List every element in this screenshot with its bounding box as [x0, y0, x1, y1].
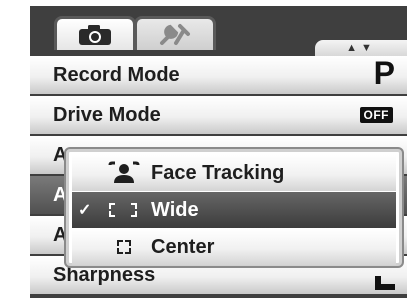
menu-item-label: Drive Mode [53, 103, 161, 126]
option-label: Center [151, 235, 215, 258]
option-label: Wide [151, 198, 199, 221]
scroll-down-icon: ▼ [361, 42, 376, 54]
menu-item-label: Record Mode [53, 63, 180, 86]
camera-icon [79, 24, 111, 45]
menu-item-record-mode[interactable]: Record Mode P [30, 56, 407, 94]
scroll-up-icon: ▲ [346, 42, 361, 54]
record-mode-value: P [373, 55, 395, 91]
drive-mode-value: OFF [359, 107, 393, 123]
wide-af-icon [107, 198, 141, 222]
face-tracking-icon [107, 161, 141, 185]
center-af-icon [107, 235, 141, 259]
option-wide[interactable]: ✓ Wide [72, 192, 396, 228]
option-center[interactable]: Center [72, 229, 396, 265]
option-label: Face Tracking [151, 161, 285, 184]
tools-icon [160, 23, 190, 45]
tab-camera[interactable] [54, 16, 136, 50]
option-face-tracking[interactable]: Face Tracking [72, 155, 396, 191]
af-area-submenu: Face Tracking ✓ Wide Center [66, 149, 402, 266]
check-icon: ✓ [78, 202, 92, 219]
sharpness-normal-icon [375, 276, 395, 290]
menu-item-label: Sharpness [53, 263, 156, 286]
tab-setup[interactable] [134, 16, 216, 50]
menu-item-drive-mode[interactable]: Drive Mode OFF [30, 96, 407, 134]
camera-menu-screen: ▲ ▼ Record Mode P Drive Mode OFF A A A S… [30, 6, 407, 298]
scroll-indicator: ▲ ▼ [315, 40, 407, 56]
